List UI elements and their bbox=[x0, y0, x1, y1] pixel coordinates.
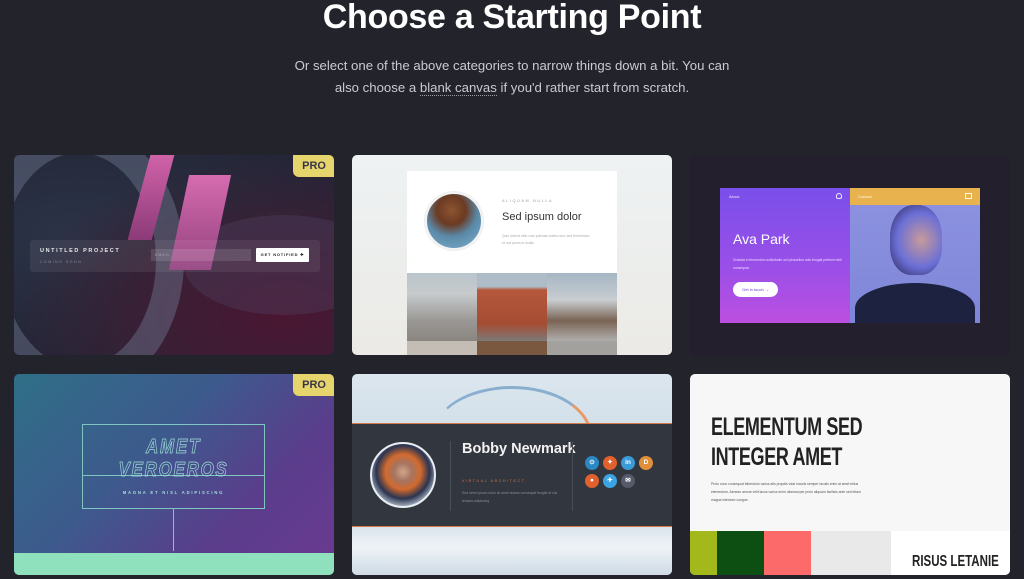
template-card-coming-soon[interactable]: PRO UNTITLED PROJECT COMING SOON EMAIL G… bbox=[14, 155, 334, 355]
profile-name: Bobby Newmark bbox=[462, 441, 576, 457]
avatar-image bbox=[370, 442, 436, 508]
preview-heading: Sed ipsum dolor bbox=[502, 211, 582, 223]
profile-role: VIRTUAL ARCHITECT bbox=[462, 479, 526, 483]
template-preview: ALIQUAM NULLA Sed ipsum dolor Quis viver… bbox=[407, 171, 617, 355]
template-card-profile[interactable]: Bobby Newmark VIRTUAL ARCHITECT Sed lore… bbox=[352, 374, 672, 575]
background-image bbox=[352, 528, 672, 575]
blank-canvas-link[interactable]: blank canvas bbox=[419, 80, 497, 96]
profile-bio: Sed lorem ipsum dolor sit amet nullam co… bbox=[462, 491, 558, 503]
preview-heading: ELEMENTUM SED INTEGER AMET bbox=[711, 412, 863, 472]
swatch-label-panel: RISUS LETANIE bbox=[891, 531, 1010, 575]
portrait-panel: Contact bbox=[850, 188, 980, 323]
template-card-editorial[interactable]: ELEMENTUM SED INTEGER AMET Proin nunc co… bbox=[690, 374, 1010, 575]
github-icon: ⊙ bbox=[585, 456, 599, 470]
reddit-icon: ● bbox=[585, 474, 599, 488]
gitlab-icon: ✦ bbox=[603, 456, 617, 470]
profile-name: Ava Park bbox=[733, 231, 790, 247]
footer-strip bbox=[14, 553, 334, 575]
avatar-image bbox=[425, 192, 483, 250]
portrait-face bbox=[890, 205, 942, 275]
nav-about: About bbox=[729, 194, 740, 199]
contact-bar: Contact bbox=[850, 188, 980, 205]
nav-contact: Contact bbox=[858, 194, 872, 199]
divider-line bbox=[173, 509, 174, 551]
project-title: UNTITLED PROJECT bbox=[40, 248, 121, 254]
template-card-landing[interactable]: PRO AMET VEROEROS MAGNA ET NISL ADIPISCI… bbox=[14, 374, 334, 575]
heading-line-2: INTEGER AMET bbox=[711, 443, 843, 471]
color-swatch bbox=[717, 531, 764, 575]
color-swatch bbox=[811, 531, 891, 575]
photo-grid bbox=[407, 273, 617, 355]
photo-tile bbox=[407, 341, 477, 355]
photo-tile bbox=[547, 273, 617, 341]
subtitle-text-end: if you'd rather start from scratch. bbox=[496, 80, 690, 95]
pro-badge: PRO bbox=[293, 374, 334, 396]
divider bbox=[572, 441, 573, 511]
intro-panel: About Ava Park Gravida in fermentum soll… bbox=[720, 188, 850, 323]
photo-tile bbox=[547, 341, 617, 355]
preview-body: Quis viverra nibh cras pulvinar mattis n… bbox=[502, 234, 590, 245]
pro-badge: PRO bbox=[293, 155, 334, 177]
linkedin-icon: in bbox=[621, 456, 635, 470]
divider bbox=[450, 441, 451, 511]
color-swatches: RISUS LETANIE bbox=[690, 531, 1010, 575]
dev-icon: D bbox=[639, 456, 653, 470]
template-card-personal[interactable]: About Ava Park Gravida in fermentum soll… bbox=[690, 155, 1010, 355]
get-in-touch-button: Get in touch → bbox=[733, 282, 778, 297]
email-icon: ✉ bbox=[621, 474, 635, 488]
profile-description: Gravida in fermentum sollicitudin orci p… bbox=[733, 258, 842, 270]
color-swatch bbox=[690, 531, 717, 575]
page: Choose a Starting Point Or select one of… bbox=[0, 0, 1024, 579]
portrait-body bbox=[855, 283, 975, 323]
user-icon bbox=[836, 193, 842, 199]
mail-icon bbox=[965, 193, 972, 199]
eyebrow-text: ALIQUAM NULLA bbox=[502, 199, 554, 203]
photo-tile bbox=[477, 341, 547, 355]
page-subtitle: Or select one of the above categories to… bbox=[290, 55, 734, 99]
color-swatch bbox=[764, 531, 811, 575]
social-icons: ⊙ ✦ in D ● ✈ ✉ bbox=[585, 456, 660, 488]
preview-subheading: MAGNA ET NISL ADIPISCING bbox=[122, 490, 225, 495]
heading-line-1: ELEMENTUM SED bbox=[711, 413, 863, 441]
project-subtitle: COMING SOON bbox=[40, 260, 83, 264]
email-field: EMAIL bbox=[151, 249, 251, 261]
swatch-label: RISUS LETANIE bbox=[912, 553, 999, 570]
preview-body: Proin nunc consequat bibendum varius ali… bbox=[711, 482, 861, 502]
template-card-photo-portfolio[interactable]: ALIQUAM NULLA Sed ipsum dolor Quis viver… bbox=[352, 155, 672, 355]
get-notified-button: GET NOTIFIED ✚ bbox=[256, 248, 309, 262]
profile-band: Bobby Newmark VIRTUAL ARCHITECT Sed lore… bbox=[352, 423, 672, 527]
photo-tile bbox=[477, 273, 547, 341]
twitter-icon: ✈ bbox=[603, 474, 617, 488]
signup-bar: UNTITLED PROJECT COMING SOON EMAIL GET N… bbox=[30, 240, 320, 272]
photo-tile bbox=[407, 273, 477, 341]
page-title: Choose a Starting Point bbox=[322, 0, 702, 36]
